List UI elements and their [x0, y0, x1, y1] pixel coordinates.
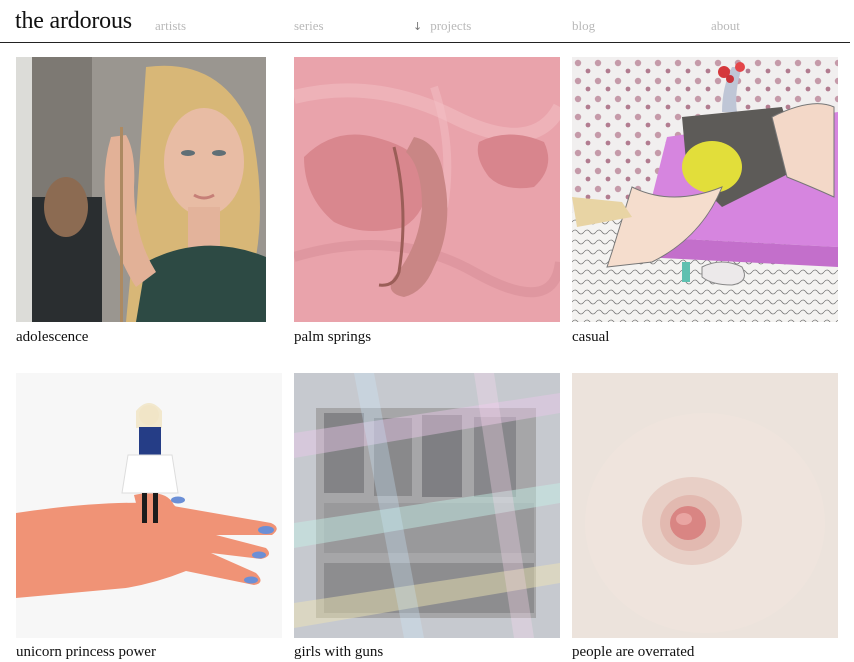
- gallery-thumbnail[interactable]: [294, 373, 560, 638]
- gallery-item-people-are-overrated[interactable]: people are overrated: [572, 373, 838, 662]
- gallery-caption[interactable]: adolescence: [16, 329, 88, 346]
- gallery-item-adolescence[interactable]: adolescence: [16, 57, 282, 347]
- nav-projects-label: projects: [430, 18, 472, 33]
- gallery-caption[interactable]: palm springs: [294, 329, 371, 346]
- gallery-caption[interactable]: people are overrated: [572, 644, 694, 661]
- site-header: the ardorous artists series ↓ projects bl…: [0, 0, 854, 44]
- gallery-thumbnail[interactable]: [294, 57, 560, 322]
- gallery-thumbnail[interactable]: [16, 57, 266, 322]
- nav-blog[interactable]: blog: [572, 18, 595, 34]
- gallery-caption[interactable]: unicorn princess power: [16, 644, 156, 661]
- gallery-thumbnail[interactable]: [572, 57, 838, 322]
- header-divider: [0, 42, 850, 43]
- nav-series[interactable]: series: [294, 18, 324, 34]
- gallery-caption[interactable]: girls with guns: [294, 644, 383, 661]
- nav-artists[interactable]: artists: [155, 18, 186, 34]
- gallery-item-girls-with-guns[interactable]: girls with guns: [294, 373, 560, 662]
- arrow-down-icon: ↓: [413, 20, 423, 33]
- gallery-item-unicorn-princess-power[interactable]: unicorn princess power: [16, 373, 282, 662]
- gallery-item-palm-springs[interactable]: palm springs: [294, 57, 560, 347]
- site-title-link[interactable]: the ardorous: [15, 8, 132, 35]
- nav-projects[interactable]: ↓ projects: [413, 18, 471, 34]
- gallery-caption[interactable]: casual: [572, 329, 609, 346]
- nav-about[interactable]: about: [711, 18, 740, 34]
- gallery-thumbnail[interactable]: [16, 373, 282, 638]
- gallery-thumbnail[interactable]: [572, 373, 838, 638]
- gallery-item-casual[interactable]: casual: [572, 57, 838, 347]
